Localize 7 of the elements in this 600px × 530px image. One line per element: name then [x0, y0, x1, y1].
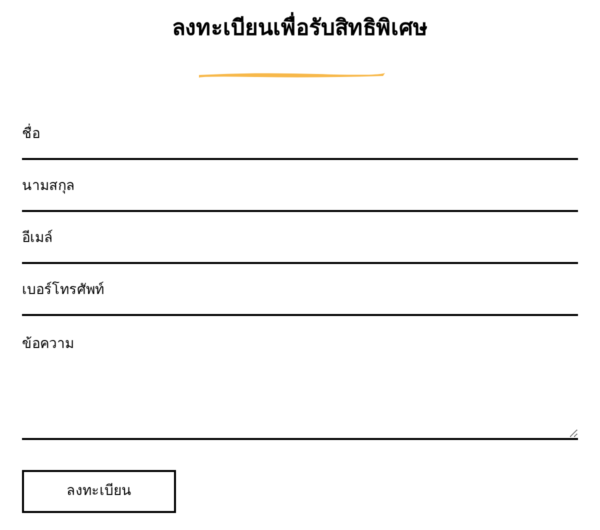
form-title: ลงทะเบียนเพื่อรับสิทธิพิเศษ	[172, 12, 428, 46]
text-field[interactable]: เบอร์โทรศัพท์	[22, 264, 578, 316]
text-field[interactable]: อีเมล์	[22, 212, 578, 264]
message-field[interactable]: ข้อความ	[22, 316, 578, 440]
text-field[interactable]: ชื่อ	[22, 108, 578, 160]
text-field[interactable]: นามสกุล	[22, 160, 578, 212]
register-button[interactable]: ลงทะเบียน	[22, 470, 176, 513]
